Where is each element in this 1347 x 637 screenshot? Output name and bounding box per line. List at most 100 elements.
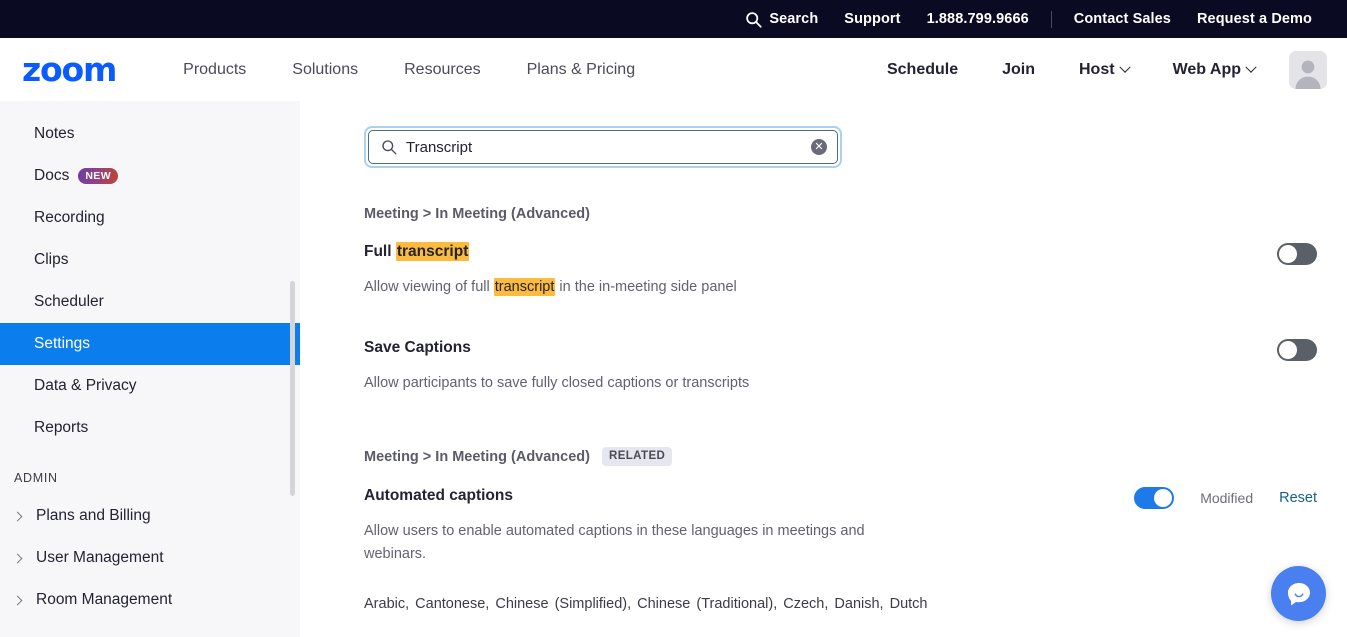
topbar-phone-link[interactable]: 1.888.799.9666 xyxy=(914,11,1042,27)
page-body: Notes Docs NEW Recording Clips Scheduler… xyxy=(0,101,1347,637)
sidebar-item-user-management[interactable]: User Management xyxy=(0,537,300,579)
result-group-header: Meeting > In Meeting (Advanced) RELATED xyxy=(364,446,1347,467)
setting-title-text: Save Captions xyxy=(364,339,471,357)
sidebar-item-settings[interactable]: Settings xyxy=(0,323,300,365)
search-input-wrapper[interactable]: ✕ xyxy=(368,130,838,164)
setting-description: Allow viewing of full transcript in the … xyxy=(364,276,909,298)
chevron-down-icon xyxy=(1245,61,1257,73)
nav-host-label: Host xyxy=(1079,60,1115,78)
settings-search-field: ✕ xyxy=(364,126,842,168)
nav-web-app-menu[interactable]: Web App xyxy=(1151,61,1277,79)
toggle-save-captions[interactable] xyxy=(1277,339,1317,362)
sidebar-item-data-privacy[interactable]: Data & Privacy xyxy=(0,365,300,407)
sidebar-item-label: Docs xyxy=(34,167,70,184)
setting-desc-text: in the in-meeting side panel xyxy=(555,278,737,295)
toggle-knob xyxy=(1279,245,1297,263)
nav-join-button[interactable]: Join xyxy=(980,61,1057,79)
chevron-right-icon xyxy=(12,511,23,521)
nav-item-solutions[interactable]: Solutions xyxy=(269,61,381,79)
result-group: Meeting > In Meeting (Advanced) RELATED … xyxy=(364,446,1347,617)
sidebar-scrollbar[interactable] xyxy=(290,281,295,496)
sidebar-item-label: Settings xyxy=(34,335,91,352)
sidebar-item-room-management[interactable]: Room Management xyxy=(0,579,300,621)
avatar[interactable] xyxy=(1289,50,1327,89)
setting-desc-text: Allow participants to save fully closed … xyxy=(364,375,750,392)
search-icon xyxy=(382,140,397,155)
sidebar-item-label: Clips xyxy=(34,251,69,268)
sidebar-item-notes[interactable]: Notes xyxy=(0,113,300,155)
sidebar-item-label: Room Management xyxy=(36,591,173,608)
sidebar-item-label: Plans and Billing xyxy=(36,507,151,524)
supported-languages-list: Arabic, Cantonese, Chinese (Simplified),… xyxy=(364,596,928,613)
breadcrumb: Meeting > In Meeting (Advanced) xyxy=(364,448,590,465)
top-utility-bar: Search Support 1.888.799.9666 Contact Sa… xyxy=(0,0,1347,38)
result-group-header: Meeting > In Meeting (Advanced) xyxy=(364,206,1347,222)
toggle-full-transcript[interactable] xyxy=(1277,243,1317,265)
nav-account-actions: Schedule Join Host Web App xyxy=(865,50,1327,89)
nav-schedule-button[interactable]: Schedule xyxy=(865,61,980,79)
setting-desc-text: Allow viewing of full xyxy=(364,278,494,295)
clear-search-icon[interactable]: ✕ xyxy=(811,139,827,155)
chat-widget-button[interactable] xyxy=(1271,566,1326,621)
setting-row: Full transcript Allow viewing of full tr… xyxy=(364,242,1347,298)
chevron-down-icon xyxy=(1118,61,1131,73)
new-badge: NEW xyxy=(78,168,119,184)
sidebar-item-recording[interactable]: Recording xyxy=(0,197,300,239)
sidebar-item-label: Reports xyxy=(34,419,89,436)
settings-search-content: ✕ Meeting > In Meeting (Advanced) Full t… xyxy=(300,101,1347,637)
sidebar-item-label: Notes xyxy=(34,125,75,142)
setting-controls xyxy=(1277,242,1317,265)
nav-primary-links: Products Solutions Resources Plans & Pri… xyxy=(160,61,658,79)
sidebar-item-clips[interactable]: Clips xyxy=(0,239,300,281)
breadcrumb: Meeting > In Meeting (Advanced) xyxy=(364,206,590,222)
sidebar-item-label: Data & Privacy xyxy=(34,377,137,394)
topbar-support-link[interactable]: Support xyxy=(831,11,913,27)
nav-join-label: Join xyxy=(1002,60,1035,78)
sidebar-item-reports[interactable]: Reports xyxy=(0,407,300,449)
chevron-right-icon xyxy=(12,553,23,563)
setting-title-text: Automated captions xyxy=(364,487,513,505)
modified-status: Modified xyxy=(1200,490,1254,507)
setting-text-block: Save Captions Allow participants to save… xyxy=(364,338,964,394)
nav-item-plans-pricing[interactable]: Plans & Pricing xyxy=(504,61,659,79)
sidebar-item-docs[interactable]: Docs NEW xyxy=(0,155,300,197)
toggle-automated-captions[interactable] xyxy=(1134,487,1175,510)
setting-row: Save Captions Allow participants to save… xyxy=(364,338,1347,394)
toggle-knob xyxy=(1279,341,1297,360)
main-navigation: zoom Products Solutions Resources Plans … xyxy=(0,38,1347,101)
setting-text-block: Automated captions Allow users to enable… xyxy=(364,486,964,616)
sidebar-item-label: User Management xyxy=(36,549,164,566)
sidebar-item-plans-and-billing[interactable]: Plans and Billing xyxy=(0,495,300,537)
topbar-request-demo-link[interactable]: Request a Demo xyxy=(1184,11,1325,27)
topbar-search-label: Search xyxy=(769,11,819,27)
user-avatar-icon xyxy=(1295,60,1321,89)
chat-bubble-smile-icon xyxy=(1287,582,1310,605)
toggle-knob xyxy=(1154,489,1173,508)
nav-host-menu[interactable]: Host xyxy=(1057,61,1151,79)
setting-controls: Modified Reset xyxy=(1134,486,1317,510)
setting-controls xyxy=(1277,338,1317,362)
setting-title: Full transcript xyxy=(364,242,964,263)
search-input[interactable] xyxy=(397,138,811,156)
zoom-logo[interactable]: zoom xyxy=(22,53,117,86)
setting-row: Automated captions Allow users to enable… xyxy=(364,486,1347,616)
related-badge: RELATED xyxy=(601,446,673,467)
sidebar-section-admin: ADMIN xyxy=(14,471,58,485)
result-group: Meeting > In Meeting (Advanced) Full tra… xyxy=(364,206,1347,395)
nav-item-resources[interactable]: Resources xyxy=(381,61,503,79)
topbar-search-link[interactable]: Search xyxy=(732,11,831,28)
sidebar-item-scheduler[interactable]: Scheduler xyxy=(0,281,300,323)
nav-item-products[interactable]: Products xyxy=(160,61,269,79)
reset-link[interactable]: Reset xyxy=(1279,490,1317,506)
setting-title-text: Full xyxy=(364,243,396,260)
setting-desc-text: Allow users to enable automated captions… xyxy=(364,523,865,562)
topbar-divider xyxy=(1050,10,1052,28)
sidebar: Notes Docs NEW Recording Clips Scheduler… xyxy=(0,101,300,637)
search-highlight: transcript xyxy=(493,277,556,296)
chevron-right-icon xyxy=(12,595,23,605)
topbar-contact-sales-link[interactable]: Contact Sales xyxy=(1061,11,1184,27)
search-highlight: transcript xyxy=(395,242,470,261)
nav-web-app-label: Web App xyxy=(1172,60,1241,78)
nav-schedule-label: Schedule xyxy=(886,60,959,78)
sidebar-item-label: Recording xyxy=(34,209,105,226)
